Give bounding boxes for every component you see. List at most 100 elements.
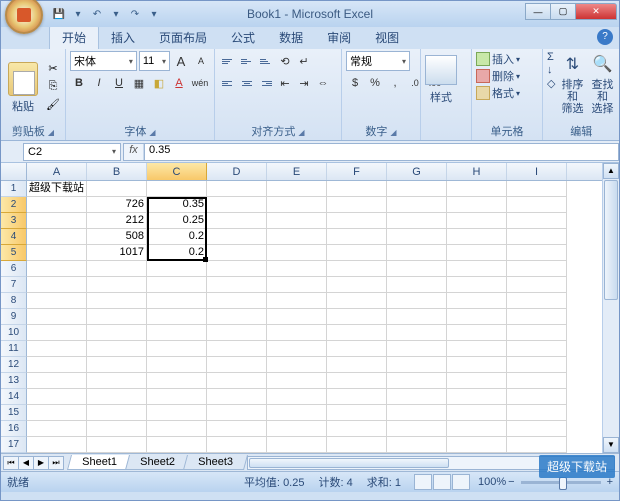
help-icon[interactable]: ? [597,29,613,45]
cell[interactable] [507,309,567,325]
cell[interactable] [267,389,327,405]
clear-icon[interactable]: ◇ [547,77,555,90]
cell[interactable] [267,405,327,421]
cell[interactable] [327,229,387,245]
column-header[interactable]: E [267,163,327,180]
cell[interactable] [207,277,267,293]
cell[interactable] [207,261,267,277]
merge-cells-icon[interactable]: ⇔ [314,73,332,93]
cell[interactable] [147,309,207,325]
cell[interactable] [447,261,507,277]
cell[interactable] [327,357,387,373]
cell[interactable] [27,309,87,325]
cell[interactable] [87,325,147,341]
cell[interactable] [27,421,87,437]
orientation-icon[interactable]: ⟲ [276,51,294,71]
cell[interactable] [447,341,507,357]
cell[interactable] [207,389,267,405]
close-button[interactable]: ✕ [575,3,617,20]
cell[interactable] [507,341,567,357]
sheet-tab[interactable]: Sheet3 [183,455,248,470]
font-name-combo[interactable]: 宋体▾ [70,51,137,71]
cell[interactable] [147,421,207,437]
cell[interactable] [507,197,567,213]
column-header[interactable]: H [447,163,507,180]
cell[interactable] [327,405,387,421]
autosum-icon[interactable]: Σ [547,51,555,63]
name-box[interactable]: C2▾ [23,143,121,161]
cell[interactable] [27,437,87,453]
row-header[interactable]: 14 [1,389,27,405]
vertical-scrollbar[interactable]: ▲ ▼ [602,163,619,453]
column-header[interactable]: A [27,163,87,180]
cell[interactable] [207,229,267,245]
cell[interactable] [387,357,447,373]
cell[interactable] [507,389,567,405]
cell[interactable] [207,213,267,229]
cell[interactable] [27,293,87,309]
cell[interactable] [147,389,207,405]
cell[interactable] [27,277,87,293]
cell[interactable] [387,213,447,229]
maximize-button[interactable]: ▢ [550,3,576,20]
sheet-nav-button[interactable]: ▶ [33,456,49,470]
view-break-icon[interactable] [452,474,470,490]
phonetic-icon[interactable]: wén [190,73,210,93]
cell[interactable] [87,261,147,277]
comma-icon[interactable]: , [386,73,404,93]
grow-font-icon[interactable]: A [172,51,190,71]
copy-icon[interactable]: ⎘ [45,79,61,95]
align-center-icon[interactable] [238,73,256,93]
row-header[interactable]: 11 [1,341,27,357]
align-bottom-icon[interactable] [257,51,275,71]
wrap-text-icon[interactable]: ↵ [295,51,313,71]
cell[interactable] [507,357,567,373]
cell[interactable] [387,261,447,277]
cell[interactable] [267,245,327,261]
view-normal-icon[interactable] [414,474,432,490]
cell[interactable] [27,229,87,245]
cell[interactable] [507,325,567,341]
cell[interactable]: 508 [87,229,147,245]
styles-button[interactable]: 样式 [425,51,457,127]
cell[interactable] [507,277,567,293]
cell[interactable] [447,293,507,309]
cell[interactable]: 0.35 [147,197,207,213]
cell[interactable] [447,405,507,421]
tab-视图[interactable]: 视图 [363,26,411,49]
cell[interactable] [207,325,267,341]
cell[interactable]: 0.25 [147,213,207,229]
cell[interactable] [387,181,447,197]
cell[interactable] [207,197,267,213]
row-header[interactable]: 13 [1,373,27,389]
fx-icon[interactable]: fx [124,144,144,160]
cell[interactable] [87,309,147,325]
row-header[interactable]: 7 [1,277,27,293]
cell[interactable] [447,325,507,341]
cell[interactable] [27,245,87,261]
cell[interactable] [327,245,387,261]
row-header[interactable]: 8 [1,293,27,309]
cell[interactable] [147,181,207,197]
cell[interactable] [327,213,387,229]
cell[interactable] [87,341,147,357]
cell[interactable] [327,261,387,277]
cell[interactable] [267,261,327,277]
fill-color-icon[interactable]: ◧ [150,73,168,93]
italic-button[interactable]: I [90,73,108,93]
cell[interactable] [507,405,567,421]
cell[interactable] [327,293,387,309]
zoom-level[interactable]: 100% [478,476,506,488]
cell[interactable] [147,261,207,277]
sheet-nav-button[interactable]: ◀ [18,456,34,470]
cell[interactable] [327,437,387,453]
dialog-launcher-icon[interactable]: ◢ [298,128,304,137]
cell[interactable] [267,421,327,437]
cell[interactable] [27,261,87,277]
view-layout-icon[interactable] [433,474,451,490]
cell[interactable] [87,277,147,293]
scroll-down-icon[interactable]: ▼ [603,437,619,453]
cell[interactable] [447,421,507,437]
cell[interactable] [27,325,87,341]
cell[interactable] [387,197,447,213]
